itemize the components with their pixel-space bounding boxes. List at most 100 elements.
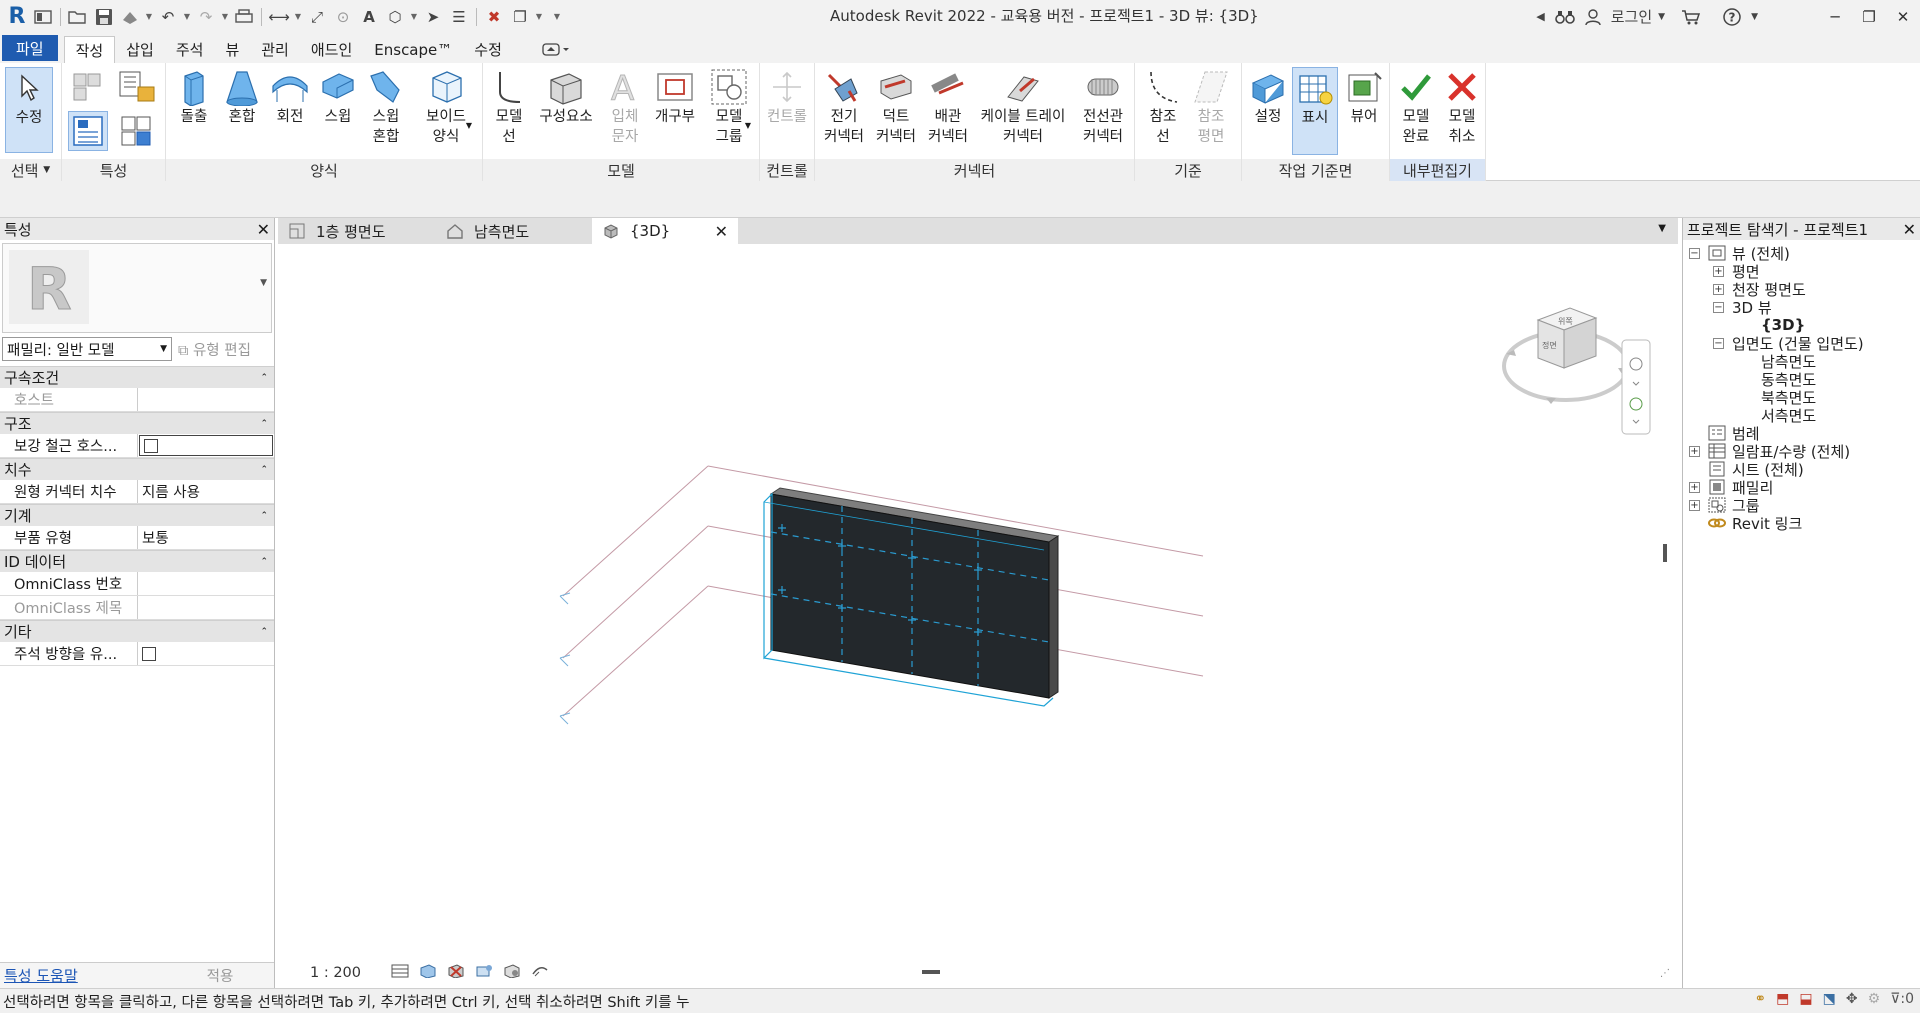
3d-view-dropdown-icon[interactable]: ▼ — [408, 4, 420, 30]
aligned-dimension-icon[interactable]: ⤢ — [304, 4, 330, 30]
filter-icon[interactable]: ⊽:0 — [1890, 991, 1914, 1007]
family-category-button[interactable] — [116, 67, 156, 107]
property-value[interactable]: 지름 사용 — [138, 480, 274, 503]
expand-icon[interactable]: + — [1689, 481, 1700, 493]
expand-icon[interactable]: + — [1689, 445, 1700, 457]
undo-dropdown-icon[interactable]: ▼ — [181, 4, 193, 30]
group-structural[interactable]: 구조 ⌃ — [0, 412, 274, 434]
rebar-host-checkbox[interactable] — [144, 438, 158, 453]
revit-logo-icon[interactable]: R — [4, 4, 30, 30]
shared-checkbox[interactable] — [142, 646, 156, 661]
cable-tray-connector-button[interactable]: 케이블 트레이 커넥터 — [975, 67, 1071, 147]
swept-blend-button[interactable]: 스윕 혼합 — [364, 67, 408, 147]
model-group-button[interactable]: 모델 그룹 ▼ — [705, 67, 753, 147]
binoculars-icon[interactable] — [1554, 9, 1575, 25]
set-button[interactable]: 설정 — [1246, 67, 1290, 127]
thin-lines-icon[interactable]: ☰ — [446, 4, 472, 30]
text-icon[interactable]: A — [356, 4, 382, 30]
project-browser-close-icon[interactable]: ✕ — [1903, 220, 1916, 239]
login-dropdown-icon[interactable]: ▼ — [1658, 12, 1665, 22]
void-forms-button[interactable]: 보이드 양식 ▼ — [418, 67, 474, 147]
detail-level-icon[interactable] — [391, 964, 409, 982]
cancel-model-button[interactable]: 모델 취소 — [1440, 67, 1484, 147]
section-icon[interactable]: ➤ — [420, 4, 446, 30]
close-icon[interactable]: ✕ — [1886, 0, 1920, 33]
print-icon[interactable] — [231, 4, 257, 30]
select-by-face-icon[interactable]: ⬔ — [1823, 991, 1836, 1007]
render-icon[interactable] — [503, 964, 521, 982]
tab-annotate[interactable]: 주석 — [165, 36, 215, 63]
tree-item-revit-links[interactable]: Revit 링크 — [1708, 512, 1802, 534]
void-forms-dropdown-icon[interactable]: ▼ — [466, 121, 472, 130]
undo-icon[interactable]: ↶ — [155, 4, 181, 30]
tab-add-ins[interactable]: 애드인 — [300, 36, 363, 63]
collapse-icon[interactable]: − — [1689, 247, 1700, 259]
tag-icon[interactable]: ⊙ — [330, 4, 356, 30]
sweep-button[interactable]: 스윕 — [318, 67, 358, 127]
panel-title-select[interactable]: 선택 ▼ — [0, 159, 61, 181]
expand-icon[interactable]: + — [1713, 265, 1724, 277]
model-line-button[interactable]: 모델 선 — [489, 67, 529, 147]
viewer-button[interactable]: 뷰어 — [1342, 67, 1386, 127]
save-icon[interactable] — [91, 4, 117, 30]
shadows-icon[interactable] — [475, 964, 493, 982]
group-dimensions[interactable]: 치수 ⌃ — [0, 458, 274, 480]
view-tab-floor-plan[interactable]: 1층 평면도 — [278, 218, 436, 244]
properties-palette-button[interactable] — [68, 111, 108, 151]
view-tabs-dropdown-icon[interactable]: ▼ — [1658, 223, 1666, 234]
modify-button[interactable]: 수정 — [5, 67, 53, 153]
background-processes-icon[interactable]: ⚙ — [1868, 991, 1881, 1007]
tab-file[interactable]: 파일 — [2, 35, 58, 61]
edit-type-button[interactable]: ⧉ 유형 편집 — [178, 339, 251, 360]
property-value[interactable]: 보통 — [138, 526, 274, 549]
open-icon[interactable] — [65, 4, 91, 30]
tab-modify[interactable]: 수정 — [463, 36, 513, 63]
select-underlay-icon[interactable]: ⬒ — [1776, 991, 1789, 1007]
properties-help-link[interactable]: 특성 도움말 — [4, 965, 78, 986]
group-mechanical[interactable]: 기계 ⌃ — [0, 504, 274, 526]
close-view-tab-icon[interactable]: ✕ — [715, 222, 728, 241]
back-icon[interactable]: ◀ — [1536, 10, 1544, 23]
tab-enscape[interactable]: Enscape™ — [363, 36, 463, 63]
horizontal-scrollbar[interactable] — [922, 970, 940, 974]
family-types-button[interactable] — [68, 67, 108, 107]
help-dropdown-icon[interactable]: ▼ — [1751, 12, 1758, 22]
collapse-icon[interactable]: − — [1713, 301, 1724, 313]
3d-viewport[interactable]: 위쪽 정면 — [278, 244, 1678, 958]
restore-icon[interactable]: ❐ — [1852, 0, 1886, 33]
cart-icon[interactable] — [1681, 9, 1701, 25]
show-button[interactable]: 표시 — [1292, 67, 1338, 155]
reference-line-button[interactable]: 참조 선 — [1141, 67, 1185, 147]
tab-view[interactable]: 뷰 — [214, 36, 250, 63]
component-button[interactable]: 구성요소 — [533, 67, 599, 127]
customize-qat-icon[interactable]: ▼ — [551, 4, 563, 30]
type-selector-dropdown-icon[interactable]: ▼ — [260, 278, 267, 288]
group-other[interactable]: 기타 ⌃ — [0, 620, 274, 642]
default-3d-view-icon[interactable]: ⬡ — [382, 4, 408, 30]
expand-icon[interactable]: + — [1689, 499, 1700, 511]
measure-dropdown-icon[interactable]: ▼ — [292, 4, 304, 30]
login-button[interactable]: 로그인 — [1611, 6, 1652, 27]
tab-create[interactable]: 작성 — [63, 36, 116, 63]
tab-manage[interactable]: 관리 — [250, 36, 300, 63]
switch-windows-icon[interactable]: ❐ — [507, 4, 533, 30]
view-scale[interactable]: 1 : 200 — [310, 965, 361, 981]
select-links-icon[interactable]: ⚭ — [1754, 991, 1766, 1007]
view-tab-3d[interactable]: {3D} ✕ — [592, 218, 738, 244]
electrical-connector-button[interactable]: 전기 커넥터 — [819, 67, 869, 147]
viewcube[interactable]: 위쪽 정면 — [1502, 307, 1630, 404]
resize-grip-icon[interactable]: ⋰ — [1660, 968, 1670, 979]
pipe-connector-button[interactable]: 배관 커넥터 — [923, 67, 973, 147]
redo-dropdown-icon[interactable]: ▼ — [219, 4, 231, 30]
reference-plane-button[interactable]: 참조 평면 — [1189, 67, 1233, 147]
user-icon[interactable] — [1585, 8, 1601, 25]
redo-icon[interactable]: ↷ — [193, 4, 219, 30]
model-group-dropdown-icon[interactable]: ▼ — [745, 121, 751, 130]
close-hidden-windows-icon[interactable]: ✖ — [481, 4, 507, 30]
revolve-button[interactable]: 회전 — [270, 67, 310, 127]
model-text-button[interactable]: A 입체 문자 — [605, 67, 645, 147]
properties-close-icon[interactable]: ✕ — [257, 220, 270, 239]
ribbon-minimize-icon[interactable] — [531, 36, 581, 63]
navigation-bar[interactable] — [1621, 339, 1651, 435]
drag-elements-icon[interactable]: ✥ — [1846, 991, 1858, 1007]
